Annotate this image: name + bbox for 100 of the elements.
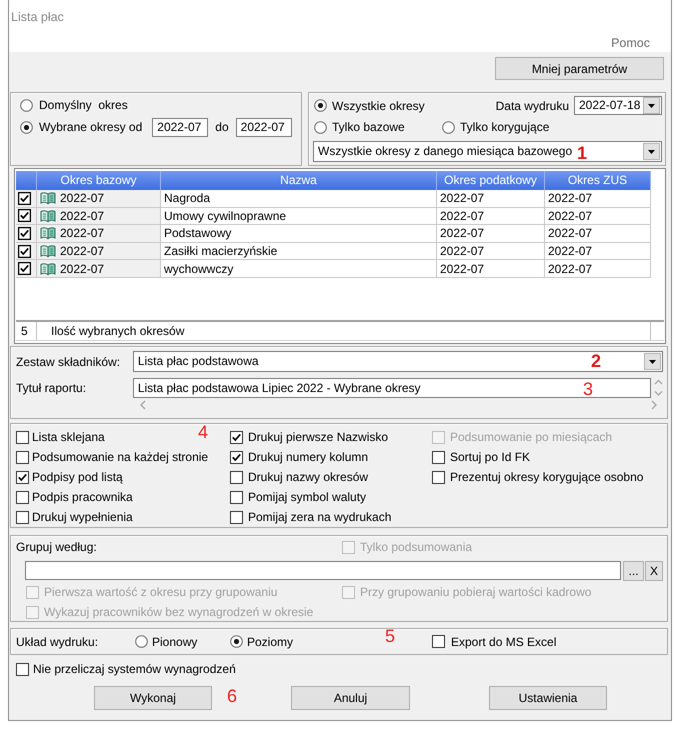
table-cell: 2022-07: [545, 190, 651, 208]
period-text: 2022-07: [60, 243, 104, 260]
group-by-field[interactable]: [25, 561, 622, 580]
checkbox[interactable]: [16, 510, 29, 524]
checkbox[interactable]: [16, 450, 29, 464]
field-label: Zestaw składników:: [16, 354, 122, 370]
column-header[interactable]: Okres podatkowy: [437, 171, 545, 190]
field-label: Tytuł raportu:: [16, 380, 88, 396]
option-label[interactable]: Export do MS Excel: [451, 634, 556, 650]
to-label: do: [215, 119, 229, 135]
browse-button[interactable]: ...: [623, 560, 644, 580]
option-label[interactable]: Podpis pracownika: [32, 489, 133, 505]
radio-button[interactable]: [314, 120, 327, 134]
dialog-button[interactable]: Ustawienia: [489, 686, 607, 710]
table-cell: Podstawowy: [161, 225, 437, 243]
option-label[interactable]: Podsumowanie na każdej stronie: [32, 449, 208, 465]
radio-label[interactable]: Poziomy: [247, 634, 294, 650]
toggle-parameters-button[interactable]: Mniej parametrów: [495, 57, 664, 80]
table-cell: 2022-07: [437, 260, 545, 278]
checkbox[interactable]: [18, 262, 31, 276]
book-icon: [40, 244, 56, 258]
checkbox[interactable]: [432, 470, 445, 484]
checkbox[interactable]: [432, 450, 445, 464]
checkbox[interactable]: [16, 662, 29, 676]
radio-label[interactable]: Domyślny okres: [39, 97, 128, 113]
table-cell: 2022-07: [437, 208, 545, 226]
table-cell: 2022-07: [437, 242, 545, 260]
radio-label[interactable]: Tylko bazowe: [332, 119, 405, 135]
checkbox[interactable]: [18, 192, 31, 205]
option-label[interactable]: Pomijaj symbol waluty: [248, 489, 366, 505]
column-header[interactable]: Nazwa: [161, 171, 437, 190]
option-label[interactable]: Drukuj wypełnienia: [32, 509, 133, 525]
dialog-button[interactable]: Anuluj: [291, 686, 410, 710]
window-title: Lista płac: [10, 9, 65, 26]
field-label: Grupuj według:: [16, 539, 98, 555]
checkbox[interactable]: [16, 470, 29, 484]
option-label[interactable]: Drukuj numery kolumn: [248, 449, 368, 465]
checkbox[interactable]: [18, 244, 31, 258]
radio-button[interactable]: [135, 635, 148, 648]
table-cell: 2022-07: [437, 225, 545, 243]
checkbox[interactable]: [230, 430, 243, 444]
print-date-label: Data wydruku: [496, 98, 569, 114]
radio-button[interactable]: [230, 635, 243, 648]
column-header[interactable]: Okres ZUS: [545, 171, 651, 190]
help-menu[interactable]: Pomoc: [611, 36, 650, 50]
field-label: Układ wydruku:: [16, 634, 100, 650]
print-date-dropdown[interactable]: 2022-07-18: [574, 96, 662, 115]
table-cell: 2022-07: [545, 242, 651, 260]
option-label[interactable]: Podpisy pod listą: [32, 469, 123, 485]
option-label[interactable]: Drukuj pierwsze Nazwisko: [248, 429, 388, 445]
option-label[interactable]: Sortuj po Id FK: [450, 449, 530, 465]
period-text: 2022-07: [60, 260, 104, 277]
annotation-number: 2: [591, 352, 602, 370]
radio-label[interactable]: Wybrane okresy od: [39, 119, 142, 135]
book-icon: [40, 208, 56, 223]
radio-button[interactable]: [20, 120, 33, 134]
checkbox[interactable]: [18, 209, 31, 222]
option-label[interactable]: Lista sklejana: [32, 429, 105, 445]
table-cell: Umowy cywilnoprawne: [161, 208, 437, 226]
annotation-number: 5: [385, 627, 396, 645]
table-cell: wychowwczy: [161, 260, 437, 278]
radio-label[interactable]: Pionowy: [152, 634, 198, 650]
period-text: 2022-07: [60, 190, 104, 206]
table-cell: 2022-07: [545, 260, 651, 278]
radio-button[interactable]: [20, 98, 33, 112]
checkbox[interactable]: [18, 226, 31, 240]
checkbox[interactable]: [230, 470, 243, 484]
checkbox[interactable]: [16, 490, 29, 504]
annotation-number: 3: [583, 380, 594, 398]
radio-label[interactable]: Tylko korygujące: [460, 119, 550, 135]
annotation-number: 1: [577, 144, 588, 162]
period-text: 2022-07: [60, 225, 104, 242]
radio-label[interactable]: Wszystkie okresy: [332, 98, 425, 114]
checkbox[interactable]: [230, 510, 243, 524]
table-cell: Zasiłki macierzyńskie: [161, 242, 437, 260]
annotation-number: 4: [198, 423, 208, 441]
dialog-button[interactable]: Wykonaj: [94, 686, 212, 710]
option-label[interactable]: Drukuj nazwy okresów: [248, 469, 368, 485]
option-label[interactable]: Prezentuj okresy korygujące osobno: [450, 469, 644, 485]
date-to-field[interactable]: 2022-07: [236, 118, 292, 136]
date-from-field[interactable]: 2022-07: [152, 118, 208, 136]
table-cell: Nagroda: [161, 190, 437, 208]
annotation-number: 6: [227, 687, 238, 705]
table-cell: 2022-07: [437, 190, 545, 208]
clear-button[interactable]: X: [645, 560, 663, 580]
book-icon: [40, 262, 56, 276]
book-icon: [40, 191, 56, 206]
option-label[interactable]: Pomijaj zera na wydrukach: [248, 509, 392, 525]
period-text: 2022-07: [60, 208, 104, 224]
option-label[interactable]: Nie przeliczaj systemów wynagrodzeń: [33, 661, 236, 677]
radio-button[interactable]: [314, 99, 327, 112]
book-icon: [40, 226, 56, 240]
checkbox[interactable]: [230, 450, 243, 464]
checkbox[interactable]: [230, 490, 243, 504]
radio-button[interactable]: [442, 120, 455, 134]
checkbox[interactable]: [432, 635, 445, 648]
selected-count: 5: [16, 322, 37, 340]
table-cell: 2022-07: [545, 208, 651, 226]
table-cell: 2022-07: [545, 225, 651, 243]
checkbox[interactable]: [16, 430, 29, 444]
